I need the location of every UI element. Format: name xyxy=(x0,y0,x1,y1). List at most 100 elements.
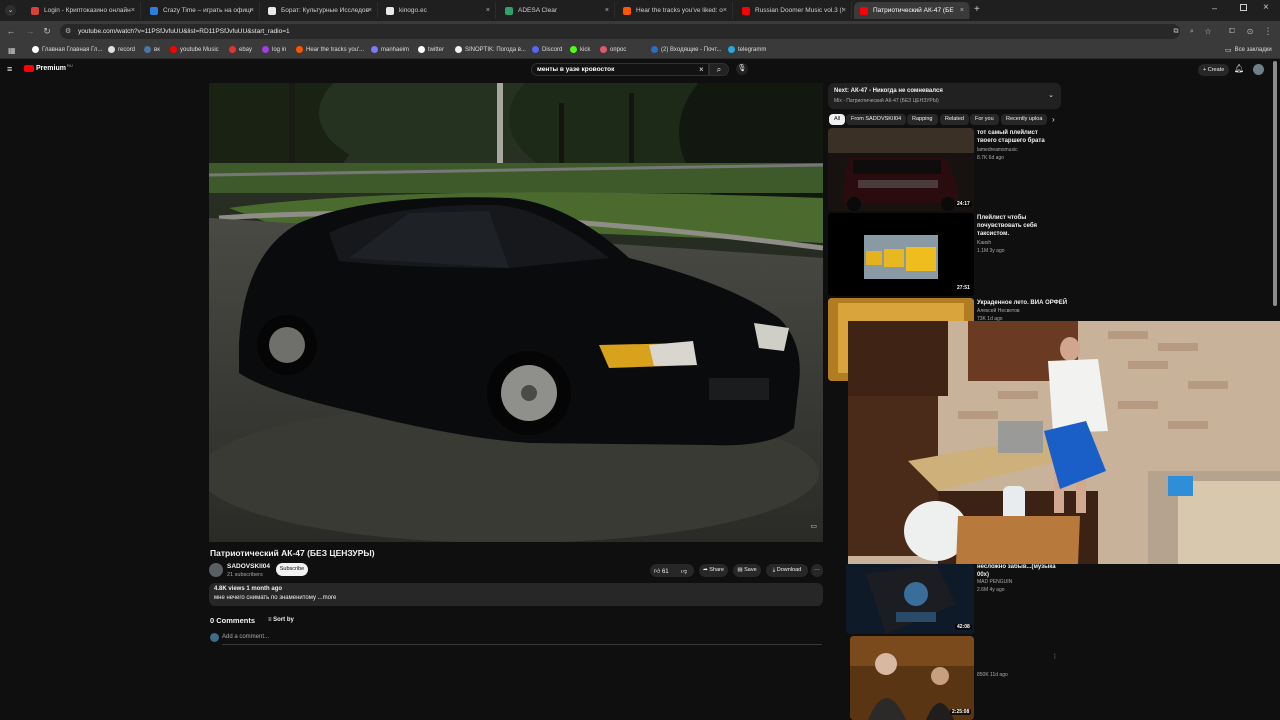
browser-tab[interactable]: Crazy Time – играть на офици × xyxy=(144,2,260,19)
tab-close-icon[interactable]: × xyxy=(486,7,490,14)
search-input[interactable]: менты в уазе кровосток xyxy=(531,63,709,76)
recommendation-title[interactable]: тот самый плейлист твоего старшего брата xyxy=(977,129,1059,145)
bookmark-item[interactable]: опрос xyxy=(600,46,626,53)
pip-video-overlay[interactable] xyxy=(848,321,1280,564)
site-info-icon[interactable]: ⚙ xyxy=(65,24,71,39)
filter-chip[interactable]: All xyxy=(829,114,846,125)
page-scrollbar[interactable] xyxy=(1273,61,1277,306)
recommendation-title[interactable]: Плейлист чтобы почувствовать себя таксис… xyxy=(977,214,1059,238)
video-player[interactable]: ▭ xyxy=(209,83,823,542)
extensions-icon[interactable]: ⧠ xyxy=(1226,26,1238,37)
save-button[interactable]: ▤ Save xyxy=(733,564,761,577)
recommendation-title[interactable]: Украденное лето. ВИА ОРФЕЙ xyxy=(977,299,1077,307)
bookmark-item[interactable]: Hear the tracks you'... xyxy=(296,46,364,53)
reload-icon[interactable]: ↻ xyxy=(41,26,53,37)
bookmark-star-icon[interactable]: ☆ xyxy=(1202,26,1214,37)
bookmark-label: youtube Music xyxy=(180,46,219,53)
bookmark-item[interactable]: вк xyxy=(144,46,160,53)
bookmark-item[interactable]: manhaeim xyxy=(371,46,409,53)
window-minimize-button[interactable]: – xyxy=(1212,3,1217,13)
channel-name[interactable]: SADOVSKII04 xyxy=(227,563,270,570)
url-field[interactable]: ⚙ youtube.com/watch?v=11PSfJvfuUU&list=R… xyxy=(60,24,1180,39)
notifications-bell-icon[interactable]: 🔔︎ xyxy=(1234,64,1244,73)
tab-label: Russian Doomer Music vol.3 (S xyxy=(755,7,843,14)
browser-tab[interactable]: Hear the tracks you've liked: o × xyxy=(617,2,733,19)
chips-next-arrow-icon[interactable]: › xyxy=(1052,115,1055,124)
bookmark-item[interactable]: youtube Music xyxy=(170,46,219,53)
create-button[interactable]: + Create xyxy=(1198,64,1230,76)
subscribe-button[interactable]: Subscribe xyxy=(276,563,308,576)
recommendation-more-icon[interactable]: ⋮ xyxy=(1052,653,1058,660)
clear-search-icon[interactable]: × xyxy=(699,65,704,74)
filter-chip[interactable]: For you xyxy=(970,114,999,125)
all-bookmarks-folder[interactable]: ▭ Все закладки xyxy=(1225,46,1272,54)
window-maximize-button[interactable] xyxy=(1240,4,1247,11)
browser-tab[interactable]: Login - Криптоказино онлайн × xyxy=(25,2,141,19)
dislike-button[interactable]: 👎︎ xyxy=(681,567,687,575)
open-in-app-icon[interactable]: ⧉ xyxy=(1170,26,1182,37)
bookmark-item[interactable]: kick xyxy=(570,46,590,53)
bookmark-label: record xyxy=(118,46,136,53)
bookmark-label: kick xyxy=(580,46,591,53)
bookmark-item[interactable]: ebay xyxy=(229,46,252,53)
recommendation-title[interactable]: несложно забыв...(музыка 00х) xyxy=(977,563,1067,579)
sort-by-button[interactable]: ≡ Sort by xyxy=(268,617,294,623)
filter-chip[interactable]: Rapping xyxy=(907,114,938,125)
search-button[interactable]: ⌕ xyxy=(709,63,729,76)
video-title: Патриотический АК-47 (БЕЗ ЦЕНЗУРЫ) xyxy=(210,548,375,558)
browser-tab[interactable]: Патриотический АК-47 (БЕ × xyxy=(854,2,970,19)
account-avatar[interactable] xyxy=(1253,64,1264,75)
tab-close-icon[interactable]: × xyxy=(250,7,254,14)
back-icon[interactable]: ← xyxy=(5,26,17,37)
filter-chip[interactable]: From SADOVSKII04 xyxy=(846,114,907,125)
browser-tab[interactable]: Russian Doomer Music vol.3 (S × xyxy=(736,2,852,19)
hamburger-menu-icon[interactable]: ≡ xyxy=(7,64,12,74)
like-button[interactable]: 👍︎ 61 xyxy=(654,567,669,575)
bookmark-item[interactable]: log in xyxy=(262,46,286,53)
tab-close-icon[interactable]: × xyxy=(842,7,846,14)
new-tab-button[interactable]: + xyxy=(974,4,980,15)
recommendation-thumbnail[interactable] xyxy=(850,636,974,720)
tab-menu-button[interactable]: ⌄ xyxy=(5,5,16,16)
tab-close-icon[interactable]: × xyxy=(723,7,727,14)
add-comment-input[interactable]: Add a comment... xyxy=(222,634,269,640)
tab-close-icon[interactable]: × xyxy=(960,7,964,14)
browser-menu-icon[interactable]: ⋮ xyxy=(1262,26,1274,37)
download-button[interactable]: ⤓ Download xyxy=(766,564,808,577)
forward-icon[interactable]: → xyxy=(24,26,36,37)
bookmark-item[interactable]: Discord xyxy=(532,46,562,53)
bookmark-favicon-icon xyxy=(728,46,735,53)
filter-chip[interactable]: Recently uploa xyxy=(1001,114,1047,125)
voice-search-icon[interactable]: 🎙 xyxy=(736,63,748,75)
tab-close-icon[interactable]: × xyxy=(605,7,609,14)
video-description[interactable]: мне нечего снимать по знаменитому ...mor… xyxy=(214,595,336,601)
address-bar-row: ← → ↻ ⚙ youtube.com/watch?v=11PSfJvfuUU&… xyxy=(0,21,1280,42)
browser-tab[interactable]: ADESA Clear × xyxy=(499,2,615,19)
channel-avatar[interactable] xyxy=(209,563,223,577)
bookmark-item[interactable]: twitter xyxy=(418,46,444,53)
next-up-panel[interactable]: Next: АК-47 - Никогда не сомневался Mix … xyxy=(828,83,1061,109)
recommendation-thumbnail[interactable] xyxy=(828,213,974,296)
window-close-button[interactable]: × xyxy=(1263,2,1269,13)
chevron-down-icon[interactable]: ⌄ xyxy=(1048,91,1054,99)
bookmark-item[interactable]: Главная Главная Гл... xyxy=(32,46,102,53)
bookmark-item[interactable]: SINOPTIK: Погода в... xyxy=(455,46,526,53)
zoom-icon[interactable]: ⌕ xyxy=(1186,26,1198,37)
bookmark-item[interactable]: (2) Входящие - Почт... xyxy=(651,46,722,53)
more-actions-button[interactable]: ⋯ xyxy=(811,564,823,577)
bookmark-item[interactable]: record xyxy=(108,46,135,53)
profile-icon[interactable]: ⊙ xyxy=(1244,26,1256,37)
filter-chip[interactable]: Related xyxy=(940,114,969,125)
tab-favicon-icon xyxy=(268,6,276,15)
youtube-premium-logo[interactable]: Premium RU xyxy=(24,63,73,72)
taxi-thumbnail-image xyxy=(828,213,974,296)
bookmark-favicon-icon xyxy=(296,46,303,53)
tab-close-icon[interactable]: × xyxy=(368,7,372,14)
browser-tab[interactable]: kinogo.ec × xyxy=(380,2,496,19)
tab-close-icon[interactable]: × xyxy=(131,7,135,14)
apps-grid-icon[interactable]: ▦ xyxy=(8,46,16,55)
bookmark-item[interactable]: telegramm xyxy=(728,46,766,53)
browser-tab[interactable]: Борат: Культурные Исследова × xyxy=(262,2,378,19)
recommendation-thumbnail[interactable] xyxy=(828,128,974,211)
share-button[interactable]: ➦ Share xyxy=(699,564,728,577)
